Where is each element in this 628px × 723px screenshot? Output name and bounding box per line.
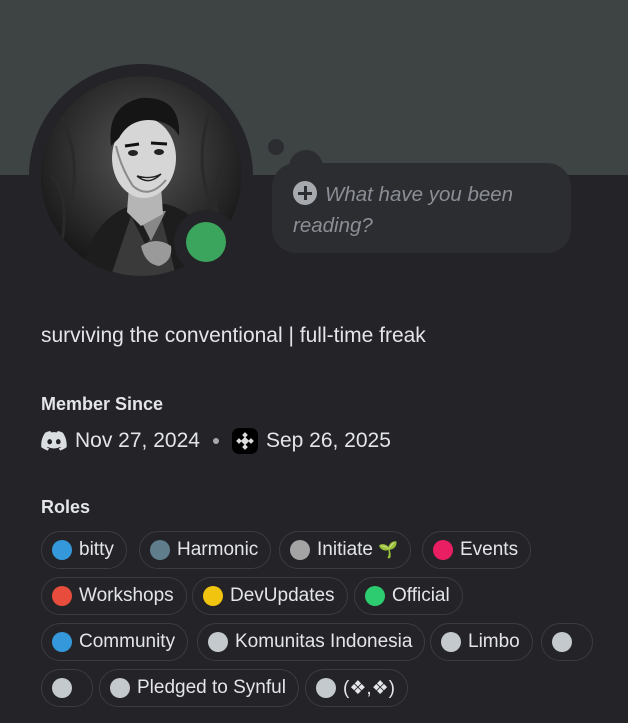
server-icon[interactable] [231, 428, 258, 454]
thought-text: What have you been reading? [293, 181, 514, 237]
role-color-icon [52, 540, 72, 560]
role-color-icon [433, 540, 453, 560]
discord-icon[interactable] [41, 431, 67, 451]
role-pill[interactable]: Limbo [430, 623, 533, 661]
role-color-icon [208, 632, 228, 652]
plus-circle-icon [293, 181, 317, 205]
role-color-icon [52, 586, 72, 606]
role-color-icon [110, 678, 130, 698]
role-label: Initiate [317, 539, 373, 560]
role-pill[interactable]: Official [354, 577, 463, 615]
discord-join-date: Nov 27, 2024 [75, 429, 200, 452]
role-color-icon [290, 540, 310, 560]
member-since-dates: Nov 27, 2024 Sep 26, 2025 [41, 427, 391, 455]
role-label: Official [392, 585, 450, 606]
role-label: Limbo [468, 631, 520, 652]
role-label: Harmonic [177, 539, 259, 560]
roles-title: Roles [41, 497, 91, 517]
role-pill[interactable]: bitty [41, 531, 127, 569]
role-pill[interactable]: Harmonic [139, 531, 272, 569]
role-pill[interactable]: Workshops [41, 577, 187, 615]
role-label: (❖,❖) [343, 677, 395, 699]
role-pill[interactable] [41, 669, 93, 707]
role-label: Events [460, 539, 519, 560]
role-label: Komunitas Indonesia [235, 631, 413, 652]
role-pill[interactable]: Komunitas Indonesia [197, 623, 426, 661]
server-join-date: Sep 26, 2025 [265, 429, 391, 452]
role-pill[interactable]: (❖,❖) [305, 669, 408, 707]
role-color-icon [316, 678, 336, 698]
seedling-icon: 🌱 [377, 542, 398, 559]
role-label: Community [79, 631, 176, 652]
role-label: bitty [79, 539, 114, 560]
thought-bubble[interactable]: What have you been reading? [272, 163, 571, 253]
role-color-icon [203, 586, 223, 606]
role-color-icon [52, 632, 72, 652]
role-pill[interactable] [541, 623, 593, 661]
role-pill[interactable]: Events [422, 531, 532, 569]
online-status-icon [186, 222, 226, 262]
role-color-icon [365, 586, 385, 606]
role-pill[interactable]: DevUpdates [192, 577, 348, 615]
role-label: DevUpdates [230, 585, 335, 606]
bio-text: surviving the conventional | full-time f… [41, 324, 426, 347]
role-pill[interactable]: Pledged to Synful [99, 669, 299, 707]
member-since-title: Member Since [41, 394, 164, 414]
role-label: Pledged to Synful [137, 677, 286, 698]
role-color-icon [552, 632, 572, 652]
role-pill[interactable]: Initiate 🌱 [279, 531, 411, 569]
role-color-icon [150, 540, 170, 560]
thought-bubble-dot-small [268, 139, 284, 155]
role-label: Workshops [79, 585, 174, 606]
role-color-icon [52, 678, 72, 698]
role-color-icon [441, 632, 461, 652]
separator-dot [212, 438, 219, 444]
role-pill[interactable]: Community [41, 623, 189, 661]
